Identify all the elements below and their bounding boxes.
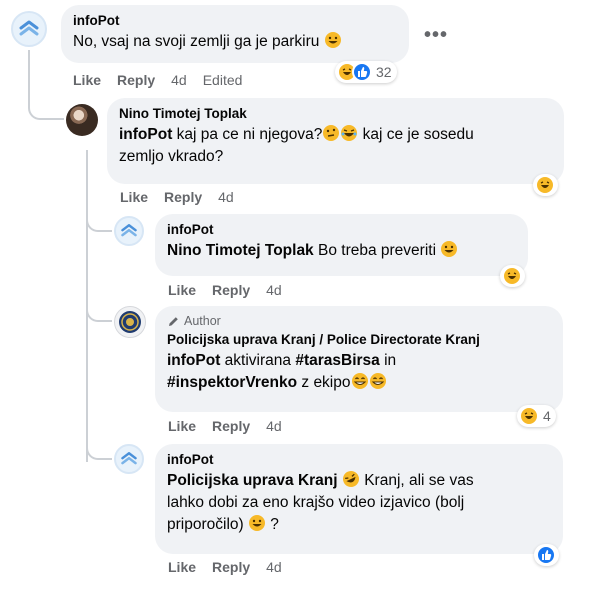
avatar-infopot[interactable] — [114, 216, 144, 246]
reaction-summary[interactable] — [500, 265, 525, 287]
grin-icon — [351, 373, 368, 389]
grin-icon — [324, 32, 341, 48]
comment-bubble: Author Policijska uprava Kranj / Police … — [155, 306, 563, 412]
infopot-logo-icon — [19, 20, 39, 36]
comment-actions: Like Reply 4d Edited — [73, 72, 242, 88]
reply-button[interactable]: Reply — [212, 282, 250, 298]
comment-actions: Like Reply 4d — [120, 189, 234, 205]
comment-author[interactable]: infoPot — [167, 222, 516, 237]
pencil-icon — [169, 316, 178, 326]
like-icon — [536, 545, 556, 565]
thread-connector-4 — [86, 428, 112, 460]
comment-text: No, vsaj na svoji zemlji ga je parkiru — [73, 32, 342, 50]
avatar-infopot[interactable] — [114, 444, 144, 474]
hashtag-link[interactable]: #inspektorVrenko — [167, 374, 297, 391]
reaction-summary[interactable] — [534, 544, 559, 566]
infopot-logo-icon — [121, 452, 137, 465]
comment-bubble: infoPot Nino Timotej Toplak Bo treba pre… — [155, 214, 528, 276]
haha-icon — [519, 406, 539, 426]
like-button[interactable]: Like — [168, 282, 196, 298]
like-button[interactable]: Like — [73, 72, 101, 88]
thread-connector-1 — [28, 80, 64, 120]
thinking-icon — [323, 125, 340, 141]
comment-text: infoPot kaj pa ce ni njegova? kaj ce je … — [119, 125, 474, 165]
avatar-policijska-uprava-kranj[interactable] — [114, 306, 146, 338]
timestamp[interactable]: 4d — [266, 282, 282, 298]
reaction-summary[interactable]: 4 — [517, 405, 556, 427]
reaction-summary[interactable] — [533, 174, 558, 196]
reaction-count: 4 — [543, 408, 551, 424]
edited-label: Edited — [202, 72, 243, 88]
reaction-summary[interactable]: 32 — [335, 61, 397, 83]
comment-bubble: Nino Timotej Toplak infoPot kaj pa ce ni… — [107, 98, 564, 184]
comment-bubble: infoPot Policijska uprava Kranj Kranj, a… — [155, 444, 563, 554]
reaction-count: 32 — [376, 64, 392, 80]
grin-icon — [248, 515, 265, 531]
timestamp[interactable]: 4d — [266, 418, 282, 434]
comment-author[interactable]: infoPot — [73, 13, 397, 28]
mention-link[interactable]: infoPot — [167, 352, 220, 369]
thread-connector-3 — [86, 290, 112, 322]
laughing-tears-icon — [341, 125, 358, 141]
like-icon — [352, 62, 372, 82]
timestamp[interactable]: 4d — [218, 189, 234, 205]
reply-button[interactable]: Reply — [212, 418, 250, 434]
like-button[interactable]: Like — [120, 189, 148, 205]
grin-icon — [369, 373, 386, 389]
author-badge-label: Author — [184, 314, 221, 328]
avatar-infopot[interactable] — [11, 11, 47, 47]
mention-link[interactable]: Nino Timotej Toplak — [167, 242, 314, 259]
infopot-logo-icon — [121, 224, 137, 237]
hashtag-link[interactable]: #tarasBirsa — [295, 352, 379, 369]
comment-text: infoPot aktivirana #tarasBirsa in #inspek… — [167, 352, 397, 391]
comment-actions: Like Reply 4d — [168, 559, 282, 575]
timestamp[interactable]: 4d — [266, 559, 282, 575]
rolling-laughing-icon — [342, 471, 359, 487]
like-button[interactable]: Like — [168, 418, 196, 434]
comment-author[interactable]: infoPot — [167, 452, 551, 467]
comment-actions: Like Reply 4d — [168, 282, 282, 298]
reply-button[interactable]: Reply — [164, 189, 202, 205]
comment-author[interactable]: Policijska uprava Kranj / Police Directo… — [167, 332, 551, 347]
author-badge: Author — [167, 314, 551, 328]
comment-bubble: infoPot No, vsaj na svoji zemlji ga je p… — [61, 5, 409, 63]
more-options-button[interactable]: ••• — [424, 24, 448, 47]
comment-text: Nino Timotej Toplak Bo treba preveriti — [167, 241, 458, 259]
mention-link[interactable]: infoPot — [119, 126, 172, 143]
thread-connector-2 — [86, 200, 112, 232]
haha-icon — [535, 175, 555, 195]
reply-button[interactable]: Reply — [212, 559, 250, 575]
timestamp[interactable]: 4d — [171, 72, 187, 88]
comment-author[interactable]: Nino Timotej Toplak — [119, 106, 552, 121]
reply-button[interactable]: Reply — [117, 72, 155, 88]
avatar-nino-timotej-toplak[interactable] — [66, 104, 98, 136]
haha-icon — [502, 266, 522, 286]
grin-icon — [441, 241, 458, 257]
comment-actions: Like Reply 4d — [168, 418, 282, 434]
police-badge-icon — [119, 311, 141, 333]
like-button[interactable]: Like — [168, 559, 196, 575]
comment-text: Policijska uprava Kranj Kranj, ali se va… — [167, 471, 474, 533]
mention-link[interactable]: Policijska uprava Kranj — [167, 472, 338, 489]
